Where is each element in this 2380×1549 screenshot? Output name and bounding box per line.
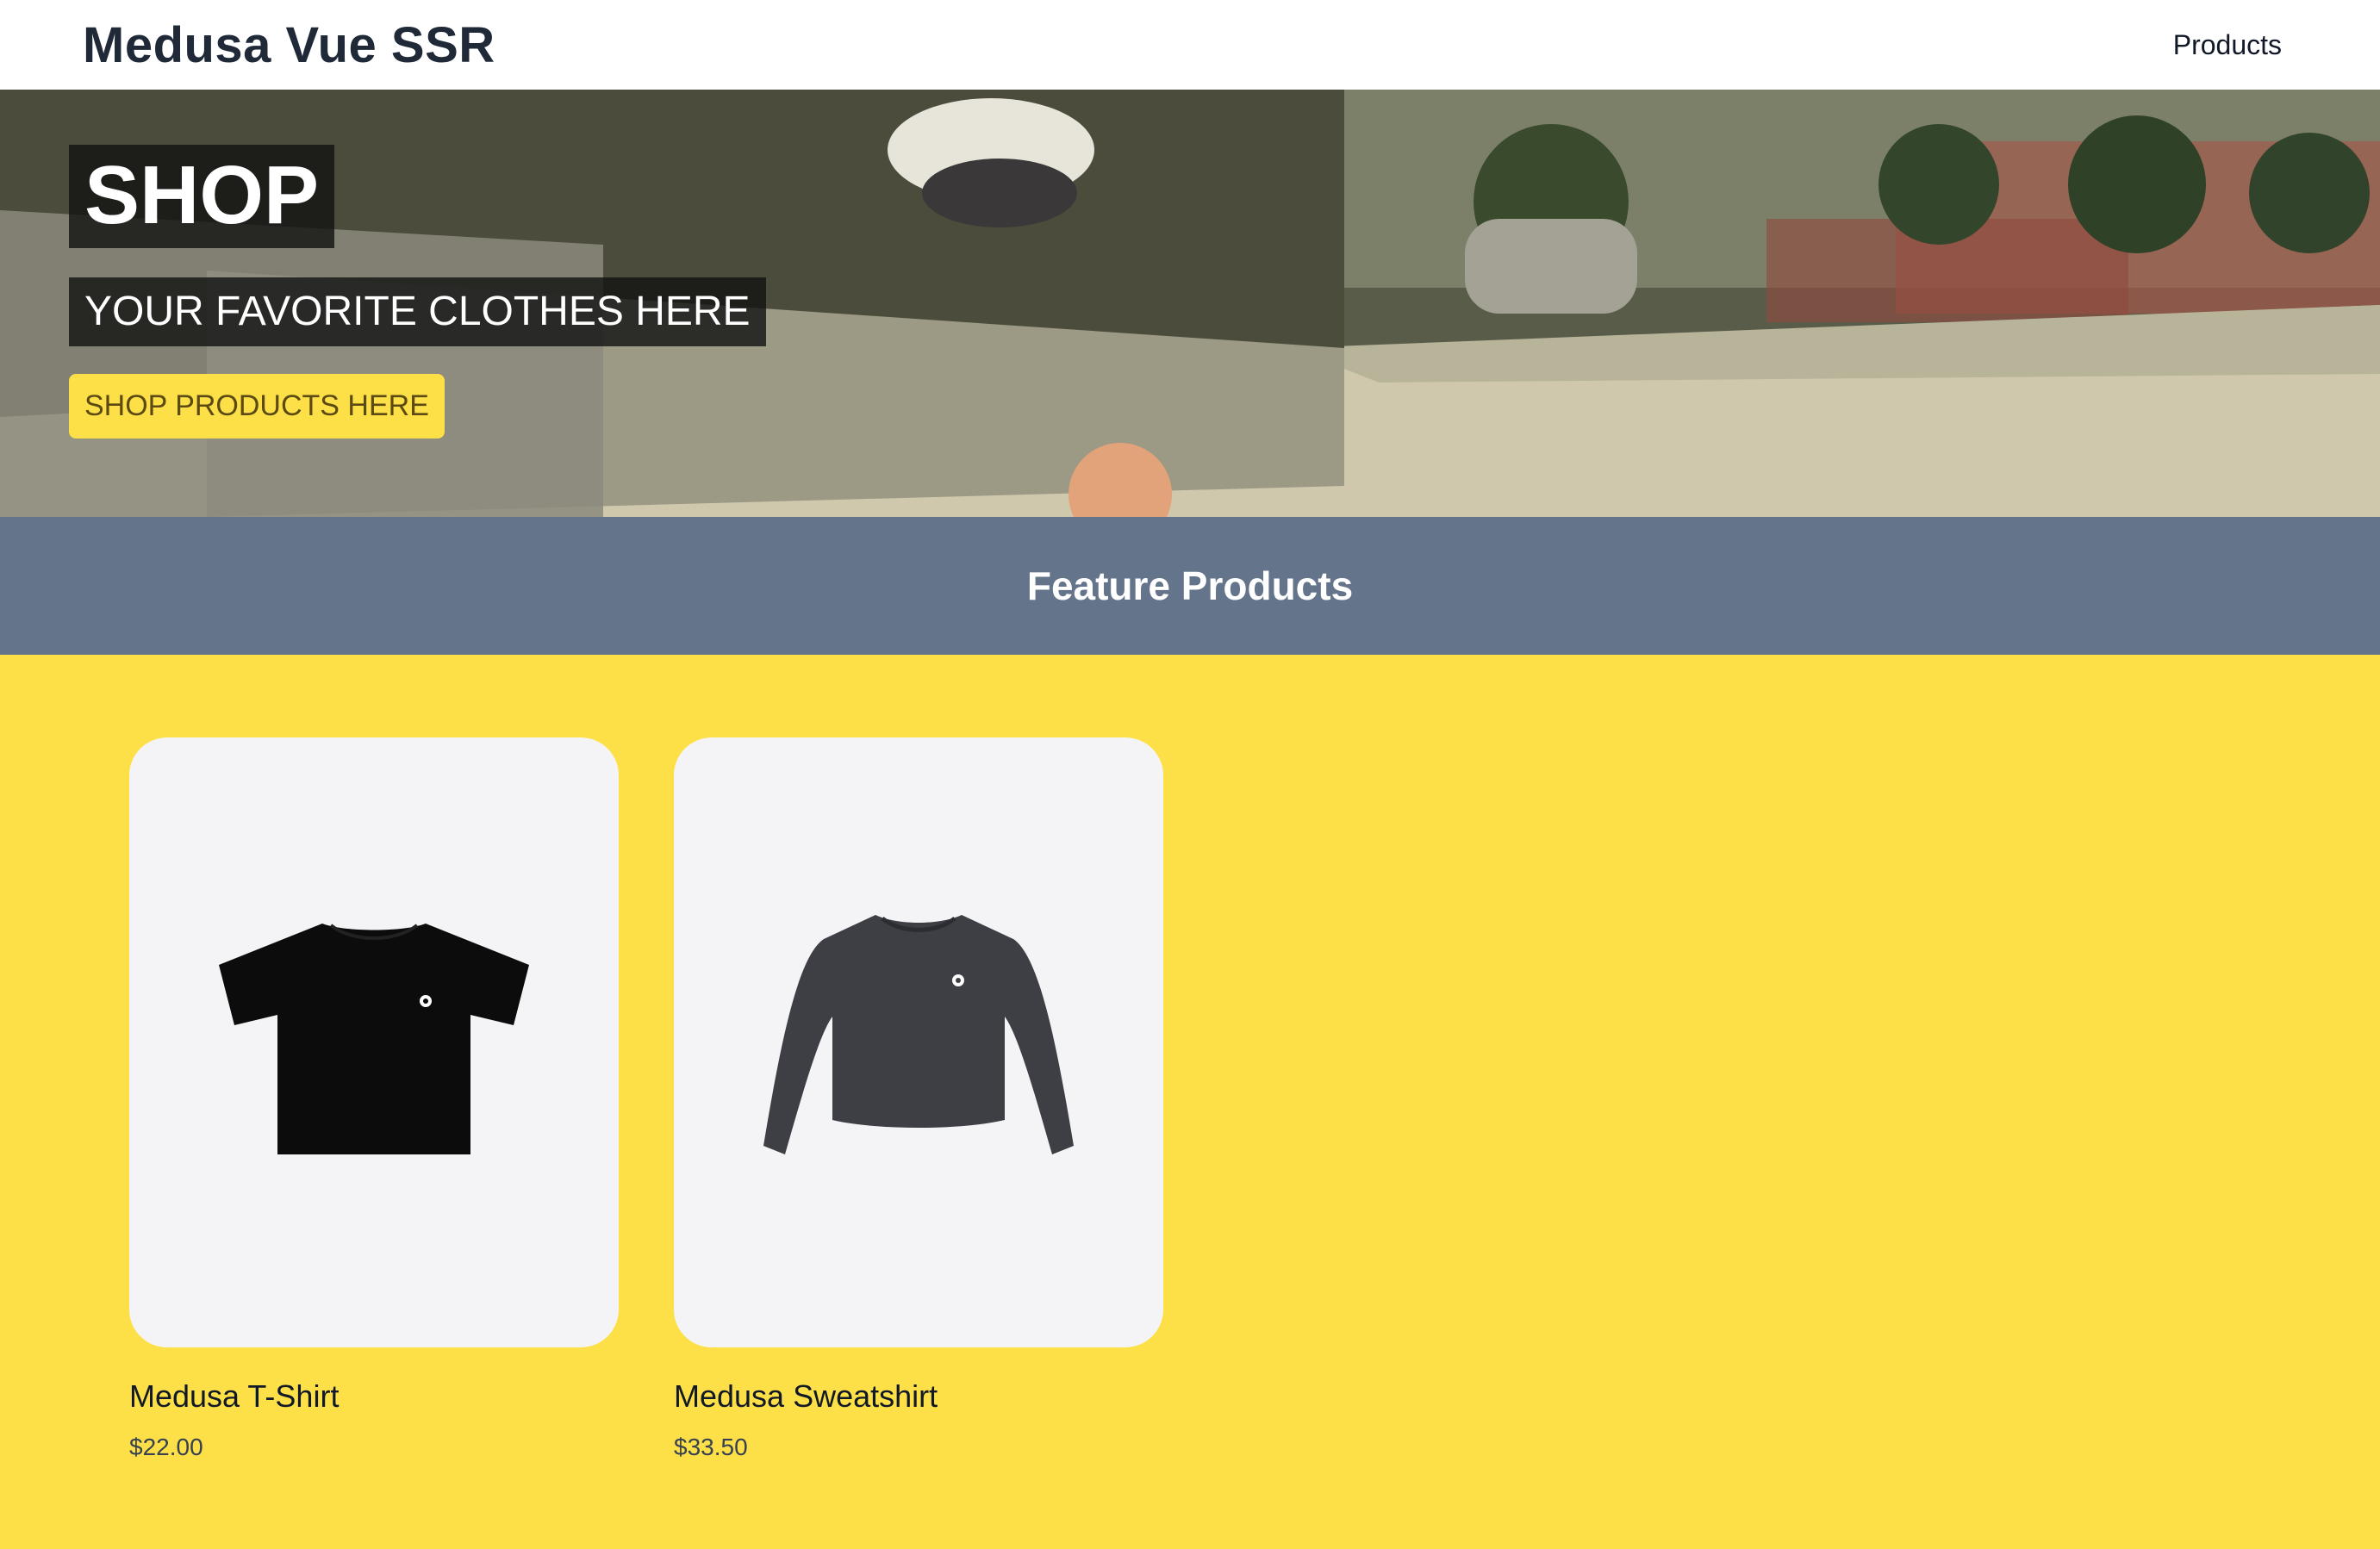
feature-products-banner: Feature Products	[0, 517, 2380, 655]
brand-logo-text[interactable]: Medusa Vue SSR	[83, 16, 495, 74]
sweatshirt-icon	[763, 915, 1074, 1154]
product-name[interactable]: Medusa Sweatshirt	[674, 1378, 1163, 1415]
product-name[interactable]: Medusa T-Shirt	[129, 1378, 619, 1415]
hero-title: SHOP	[69, 145, 335, 248]
product-grid: Medusa T-Shirt $22.00 Medusa Sweatshirt …	[0, 655, 2380, 1549]
hero-content: SHOP YOUR FAVORITE CLOTHES HERE SHOP PRO…	[69, 145, 766, 439]
product-price: $22.00	[129, 1434, 203, 1460]
tshirt-icon	[219, 924, 529, 1154]
top-navbar: Medusa Vue SSR Products	[0, 0, 2380, 90]
product-image[interactable]	[674, 737, 1163, 1347]
hero-banner: SHOP YOUR FAVORITE CLOTHES HERE SHOP PRO…	[0, 90, 2380, 517]
shop-products-button[interactable]: SHOP PRODUCTS HERE	[69, 374, 445, 439]
product-price: $33.50	[674, 1434, 748, 1460]
product-card[interactable]: Medusa Sweatshirt $33.50	[674, 737, 1163, 1549]
hero-subtitle: YOUR FAVORITE CLOTHES HERE	[69, 277, 766, 347]
product-image[interactable]	[129, 737, 619, 1347]
nav-link-products[interactable]: Products	[2173, 29, 2282, 61]
product-card[interactable]: Medusa T-Shirt $22.00	[129, 737, 619, 1549]
feature-products-heading: Feature Products	[1026, 563, 1354, 608]
